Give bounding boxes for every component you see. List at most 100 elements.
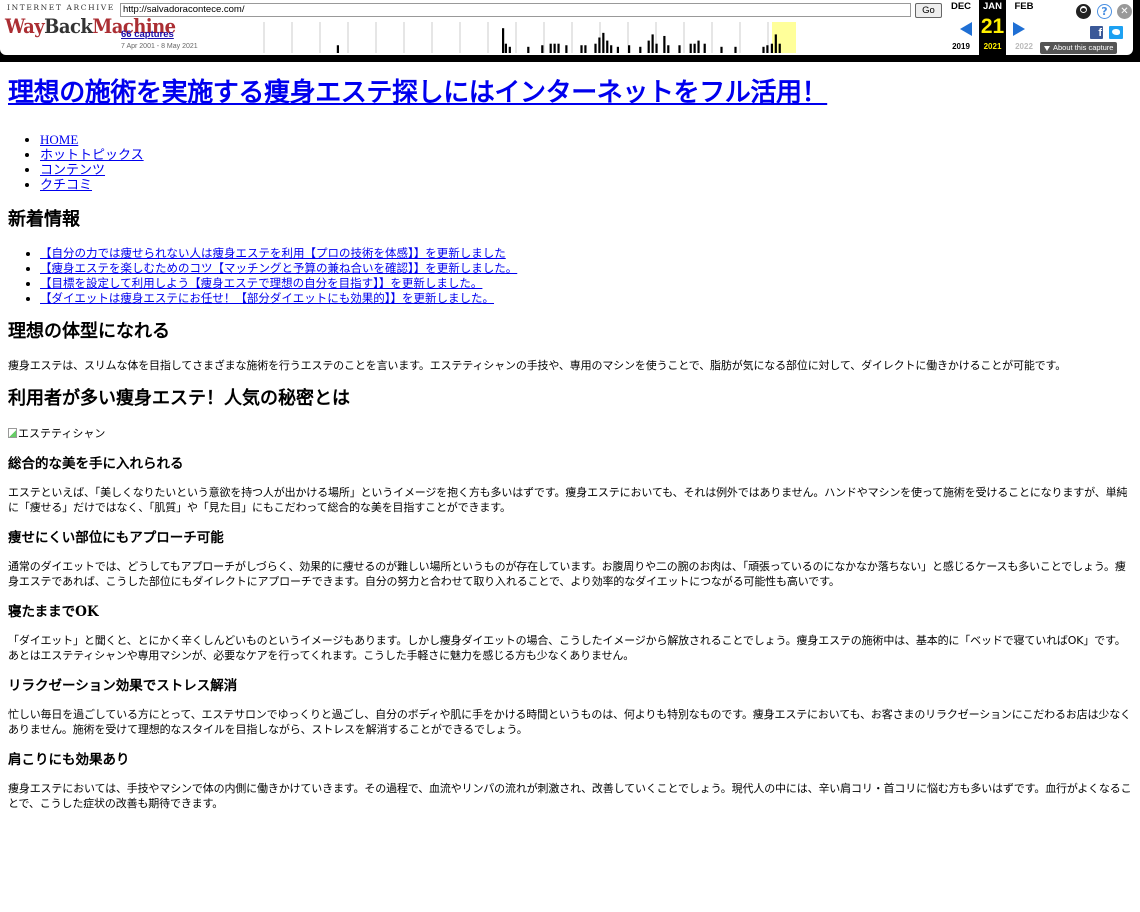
capture-bar[interactable] — [606, 40, 609, 53]
year-prev[interactable]: 2019 — [946, 42, 976, 51]
next-capture-arrow-icon[interactable] — [1013, 22, 1025, 36]
help-icon[interactable]: ? — [1097, 4, 1112, 19]
capture-bar[interactable] — [663, 35, 666, 53]
capture-sparkline[interactable] — [236, 22, 796, 53]
subsection-title: 痩せにくい部位にもアプローチ可能 — [8, 530, 224, 546]
capture-bar[interactable] — [689, 43, 692, 53]
calendar-current: JAN 21 2021 — [979, 0, 1006, 55]
url-input[interactable]: http://salvadoracontece.com/ — [120, 3, 911, 17]
logo-prefix: Way — [5, 14, 45, 38]
subsection-title: 肩こりにも効果あり — [8, 752, 130, 768]
section-heading-ideal-body: 理想の体型になれる — [8, 321, 170, 342]
section-body-ideal-body: 痩身エステは、スリムな体を目指してさまざまな施術を行うエステのことを言います。エ… — [8, 359, 1067, 372]
capture-bar[interactable] — [667, 45, 670, 53]
nav-item-home: HOME — [40, 132, 1134, 147]
capture-bar[interactable] — [774, 34, 777, 53]
list-item: 【目標を設定して利用しよう【痩身エステで理想の自分を目指す】】を更新しました。 — [40, 276, 1134, 291]
about-capture-button[interactable]: About this capture — [1040, 42, 1118, 54]
capture-bar[interactable] — [651, 34, 654, 53]
capture-bar[interactable] — [598, 37, 601, 54]
capture-bar[interactable] — [565, 45, 568, 53]
capture-bar[interactable] — [504, 43, 507, 53]
nav-item-hot-topics: ホットトピックス — [40, 147, 1134, 162]
logo-mid: Back — [44, 14, 93, 38]
capture-bar[interactable] — [778, 43, 781, 53]
capture-bar[interactable] — [734, 46, 737, 53]
capture-bar[interactable] — [639, 46, 642, 53]
capture-bar[interactable] — [678, 45, 681, 53]
year-current: 2021 — [983, 42, 1002, 51]
capture-bar[interactable] — [693, 43, 696, 53]
about-capture-label: About this capture — [1053, 43, 1114, 52]
year-next: 2022 — [1015, 42, 1033, 51]
subsection-title: 総合的な美を手に入れられる — [8, 456, 184, 472]
subsection-body: エステといえば、「美しくなりたいという意欲を持つ人が出かける場所」というイメージ… — [8, 486, 1128, 514]
month-prev[interactable]: DEC — [946, 0, 976, 14]
close-icon[interactable]: ✕ — [1117, 4, 1132, 19]
go-button[interactable]: Go — [915, 3, 942, 18]
page-content: 理想の施術を実施する痩身エステ探しにはインターネットをフル活用！ HOME ホッ… — [8, 62, 1134, 811]
capture-bar[interactable] — [336, 45, 339, 53]
capture-bar[interactable] — [549, 43, 552, 53]
capture-bar[interactable] — [580, 45, 583, 53]
capture-bar[interactable] — [720, 46, 723, 53]
capture-bar[interactable] — [557, 43, 560, 53]
capture-bar[interactable] — [647, 40, 650, 53]
capture-bar[interactable] — [502, 28, 505, 53]
subsection-body: 通常のダイエットでは、どうしてもアプローチがしづらく、効果的に痩せるのが難しい場… — [8, 560, 1126, 588]
calendar-next[interactable]: FEB 2022 — [1009, 0, 1039, 55]
news-link[interactable]: 【目標を設定して利用しよう【痩身エステで理想の自分を目指す】】を更新しました。 — [40, 276, 482, 290]
wayback-toolbar: INTERNET ARCHIVE WayBackMachine http://s… — [0, 0, 1140, 62]
list-item: 【自分の力では痩せられない人は痩身エステを利用【プロの技術を体感】】を更新しまし… — [40, 246, 1134, 261]
capture-bar[interactable] — [697, 40, 700, 53]
prev-capture-arrow-icon[interactable] — [960, 22, 972, 36]
subsection-body: 痩身エステにおいては、手技やマシンで体の内側に働きかけていきます。その過程で、血… — [8, 782, 1132, 810]
capture-bar[interactable] — [584, 45, 587, 53]
user-icon[interactable] — [1076, 4, 1091, 19]
calendar-prev[interactable]: DEC 2019 — [946, 0, 976, 55]
nav-link-reviews[interactable]: クチコミ — [40, 177, 92, 192]
capture-bar[interactable] — [770, 43, 773, 53]
twitter-icon[interactable] — [1109, 26, 1123, 39]
caret-down-icon — [1044, 45, 1050, 51]
capture-bar[interactable] — [508, 46, 511, 53]
nav-link-hot-topics[interactable]: ホットトピックス — [40, 147, 144, 162]
capture-bar[interactable] — [762, 46, 765, 53]
subsection-body: 忙しい毎日を過ごしている方にとって、エステサロンでゆっくりと過ごし、自分のボディ… — [8, 708, 1131, 736]
capture-bar[interactable] — [553, 43, 556, 53]
capture-bar[interactable] — [628, 45, 631, 53]
site-title-link[interactable]: 理想の施術を実施する痩身エステ探しにはインターネットをフル活用！ — [8, 78, 828, 108]
month-next[interactable]: FEB — [1009, 0, 1039, 14]
subsection-body: 「ダイエット」と聞くと、とにかく辛くしんどいものというイメージもあります。しかし… — [8, 634, 1126, 662]
news-link[interactable]: 【自分の力では痩せられない人は痩身エステを利用【プロの技術を体感】】を更新しまし… — [40, 246, 506, 260]
list-item: 【痩身エステを楽しむためのコツ【マッチングと予算の兼ね合いを確認】】を更新しまし… — [40, 261, 1134, 276]
nav-link-contents[interactable]: コンテンツ — [40, 162, 105, 177]
capture-bar[interactable] — [594, 43, 597, 53]
capture-bar[interactable] — [655, 43, 658, 53]
capture-bar[interactable] — [766, 45, 769, 53]
broken-image: エステティシャン — [8, 425, 1134, 441]
capture-bar[interactable] — [541, 45, 544, 53]
month-current: JAN — [979, 0, 1006, 14]
broken-image-icon — [8, 428, 17, 438]
capture-bar[interactable] — [610, 45, 613, 53]
nav-item-reviews: クチコミ — [40, 177, 1134, 192]
nav-item-contents: コンテンツ — [40, 162, 1134, 177]
section-heading-popularity: 利用者が多い痩身エステ！人気の秘密とは — [8, 388, 350, 409]
list-item: 【ダイエットは痩身エステにお任せ！【部分ダイエットにも効果的】】を更新しました。 — [40, 291, 1134, 306]
news-link[interactable]: 【痩身エステを楽しむためのコツ【マッチングと予算の兼ね合いを確認】】を更新しまし… — [40, 261, 517, 275]
subsection-title: 寝たままでOK — [8, 604, 99, 620]
news-link[interactable]: 【ダイエットは痩身エステにお任せ！【部分ダイエットにも効果的】】を更新しました。 — [40, 291, 494, 305]
capture-range: 7 Apr 2001 - 8 May 2021 — [121, 43, 198, 50]
capture-bar[interactable] — [703, 43, 706, 53]
nav-link-home[interactable]: HOME — [40, 132, 78, 147]
capture-bar[interactable] — [527, 46, 530, 53]
captures-link[interactable]: 66 captures — [121, 29, 174, 40]
wayback-toolbar-panel: INTERNET ARCHIVE WayBackMachine http://s… — [0, 0, 1133, 55]
facebook-icon[interactable]: f — [1090, 26, 1103, 39]
capture-bar[interactable] — [602, 32, 605, 53]
capture-bar[interactable] — [616, 46, 619, 53]
wayback-logo[interactable]: INTERNET ARCHIVE WayBackMachine — [0, 0, 176, 55]
news-heading: 新着情報 — [8, 209, 80, 230]
news-list: 【自分の力では痩せられない人は痩身エステを利用【プロの技術を体感】】を更新しまし… — [8, 246, 1134, 306]
